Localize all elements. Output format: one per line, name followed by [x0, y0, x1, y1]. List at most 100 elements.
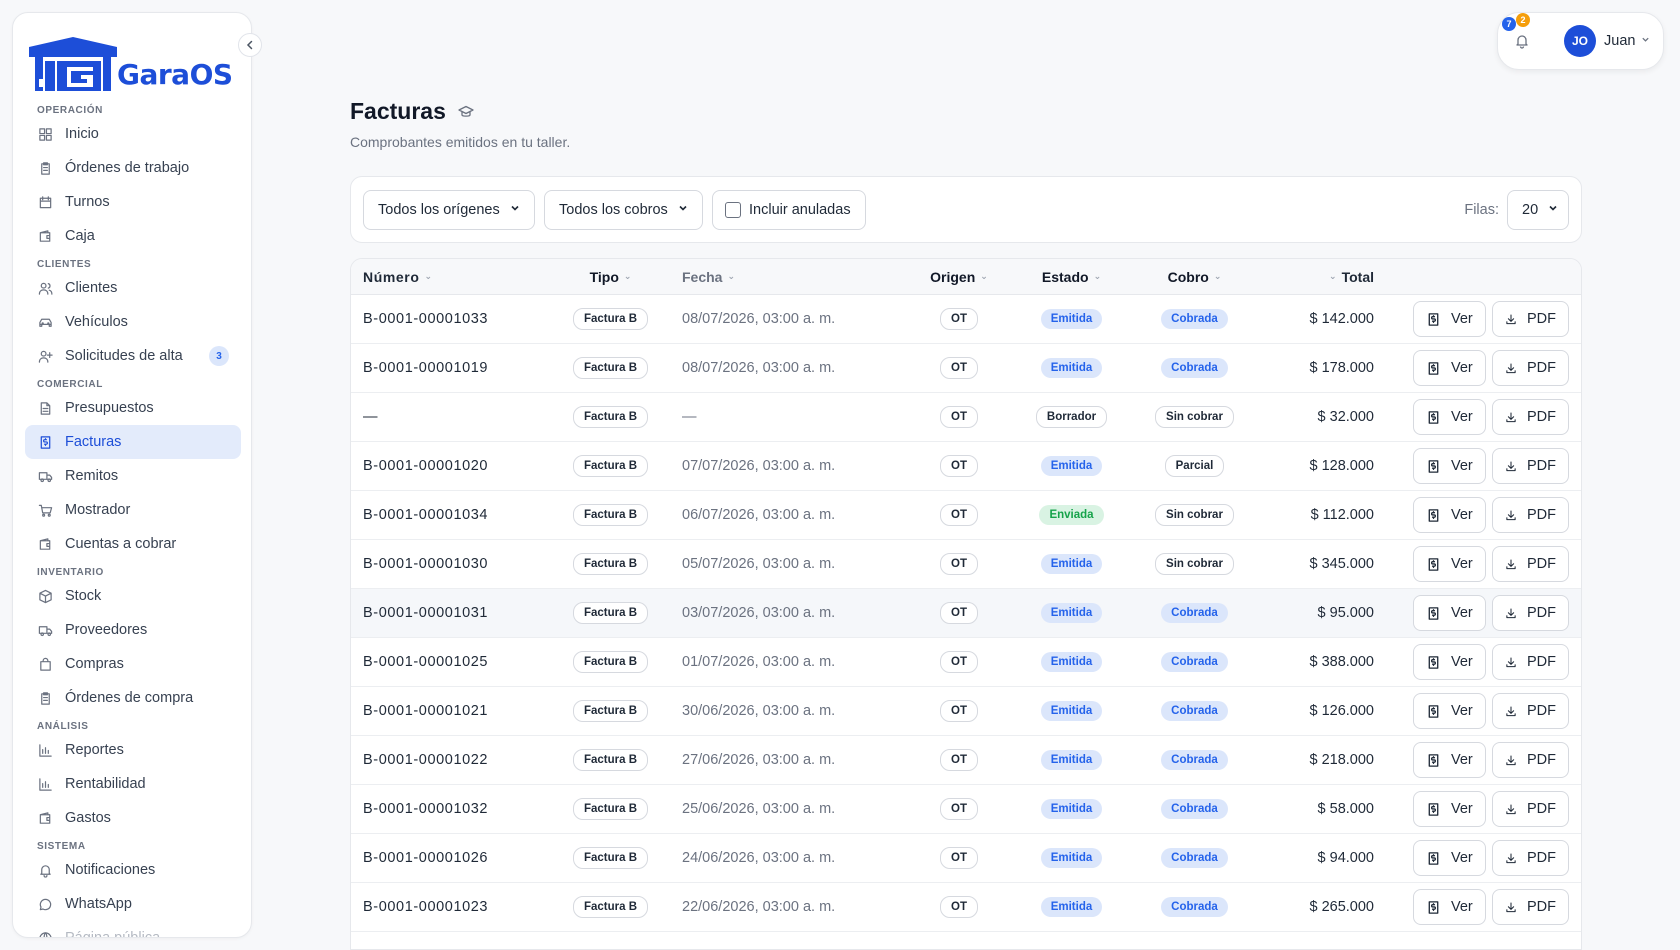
view-invoice-button[interactable]: Ver — [1413, 889, 1486, 925]
table-row[interactable]: — Factura B — OT Borrador Sin cobrar $ 32.000 V… — [351, 393, 1581, 442]
sidebar-item-solicitudes-de-alta[interactable]: Solicitudes de alta 3 — [25, 339, 241, 373]
col-estado[interactable]: Estado ⌄ — [1010, 269, 1133, 285]
sidebar-item-pagina-publica[interactable]: Página pública — [25, 921, 241, 937]
download-pdf-button[interactable]: PDF — [1492, 448, 1569, 484]
sidebar-item-notificaciones[interactable]: Notificaciones — [25, 853, 241, 887]
sidebar-item-gastos[interactable]: Gastos — [25, 801, 241, 835]
include-anuladas-checkbox[interactable] — [725, 201, 741, 218]
user-name[interactable]: Juan — [1604, 33, 1635, 49]
view-invoice-button[interactable]: Ver — [1413, 742, 1486, 778]
download-pdf-button[interactable]: PDF — [1492, 644, 1569, 680]
view-invoice-button[interactable]: Ver — [1413, 448, 1486, 484]
sidebar-item-remitos[interactable]: Remitos — [25, 459, 241, 493]
download-pdf-button[interactable]: PDF — [1492, 840, 1569, 876]
tipo-badge: Factura B — [572, 798, 649, 820]
table-row[interactable]: B-0001-00001023 Factura B 22/06/2026, 03:0… — [351, 883, 1581, 932]
sidebar-item-proveedores[interactable]: Proveedores — [25, 613, 241, 647]
sidebar-item-cuentas-a-cobrar[interactable]: Cuentas a cobrar — [25, 527, 241, 561]
user-plus-icon — [37, 348, 53, 364]
sidebar-item-inicio[interactable]: Inicio — [25, 117, 241, 151]
invoice-number: B-0001-00001030 — [363, 556, 489, 572]
avatar[interactable]: JO — [1564, 25, 1596, 57]
table-row[interactable]: B-0001-00001033 Factura B 08/07/2026, 03:0… — [351, 295, 1581, 344]
sidebar-item-turnos[interactable]: Turnos — [25, 185, 241, 219]
origen-badge: OT — [940, 700, 978, 722]
sidebar-item-ordenes-de-trabajo[interactable]: Órdenes de trabajo — [25, 151, 241, 185]
pdf-button-label: PDF — [1527, 409, 1556, 425]
cobro-badge: Cobrada — [1161, 652, 1228, 672]
invoice-date: 22/06/2026, 03:00 a. m. — [682, 899, 836, 915]
sidebar-item-vehiculos[interactable]: Vehículos — [25, 305, 241, 339]
table-row[interactable]: B-0001-00001021 Factura B 30/06/2026, 03:0… — [351, 687, 1581, 736]
view-button-label: Ver — [1451, 458, 1473, 474]
invoice-icon — [1428, 459, 1439, 473]
chevron-left-icon — [246, 40, 253, 50]
chat-icon — [37, 896, 53, 912]
col-tipo[interactable]: Tipo ⌄ — [551, 269, 670, 285]
include-anuladas-toggle[interactable]: Incluir anuladas — [712, 189, 866, 230]
download-icon — [1506, 754, 1516, 765]
col-numero[interactable]: Número ⌄ — [351, 269, 551, 285]
table-row[interactable]: B-0001-00001025 Factura B 01/07/2026, 03:0… — [351, 638, 1581, 687]
bag-icon — [37, 656, 53, 672]
download-pdf-button[interactable]: PDF — [1492, 791, 1569, 827]
table-row[interactable]: B-0001-00001030 Factura B 05/07/2026, 03:0… — [351, 540, 1581, 589]
table-row[interactable]: B-0001-00001026 Factura B 24/06/2026, 03:0… — [351, 834, 1581, 883]
col-origen[interactable]: Origen ⌄ — [908, 269, 1010, 285]
pdf-button-label: PDF — [1527, 458, 1556, 474]
view-invoice-button[interactable]: Ver — [1413, 840, 1486, 876]
col-fecha[interactable]: Fecha ⌄ — [670, 269, 908, 285]
graduation-cap-icon[interactable] — [458, 105, 474, 119]
sidebar-item-whatsapp[interactable]: WhatsApp — [25, 887, 241, 921]
sidebar-item-facturas[interactable]: Facturas — [25, 425, 241, 459]
table-row[interactable]: B-0001-00001022 Factura B 27/06/2026, 03:0… — [351, 736, 1581, 785]
download-pdf-button[interactable]: PDF — [1492, 399, 1569, 435]
logo[interactable]: GaraOS — [27, 25, 233, 93]
sidebar-item-caja[interactable]: Caja — [25, 219, 241, 253]
invoice-total: $ 94.000 — [1317, 850, 1374, 866]
view-invoice-button[interactable]: Ver — [1413, 399, 1486, 435]
view-invoice-button[interactable]: Ver — [1413, 546, 1486, 582]
download-pdf-button[interactable]: PDF — [1492, 546, 1569, 582]
origen-select[interactable]: Todos los orígenes — [363, 189, 535, 230]
sidebar-item-compras[interactable]: Compras — [25, 647, 241, 681]
download-pdf-button[interactable]: PDF — [1492, 301, 1569, 337]
sidebar-item-stock[interactable]: Stock — [25, 579, 241, 613]
view-invoice-button[interactable]: Ver — [1413, 693, 1486, 729]
estado-badge: Emitida — [1040, 750, 1103, 770]
chevron-down-icon[interactable] — [1641, 35, 1650, 47]
view-invoice-button[interactable]: Ver — [1413, 644, 1486, 680]
col-total[interactable]: ⌄ Total — [1256, 269, 1374, 285]
col-cobro[interactable]: Cobro ⌄ — [1133, 269, 1256, 285]
table-row[interactable]: B-0001-00001034 Factura B 06/07/2026, 03:0… — [351, 491, 1581, 540]
sidebar-item-presupuestos[interactable]: Presupuestos — [25, 391, 241, 425]
sidebar-item-clientes[interactable]: Clientes — [25, 271, 241, 305]
view-invoice-button[interactable]: Ver — [1413, 497, 1486, 533]
table-row[interactable]: B-0001-00001032 Factura B 25/06/2026, 03:0… — [351, 785, 1581, 834]
download-pdf-button[interactable]: PDF — [1492, 595, 1569, 631]
sort-icon: ⌄ — [424, 271, 433, 281]
sidebar-item-ordenes-de-compra[interactable]: Órdenes de compra — [25, 681, 241, 715]
download-pdf-button[interactable]: PDF — [1492, 693, 1569, 729]
sidebar-item-mostrador[interactable]: Mostrador — [25, 493, 241, 527]
sidebar-item-rentabilidad[interactable]: Rentabilidad — [25, 767, 241, 801]
table-row[interactable]: B-0001-00001020 Factura B 07/07/2026, 03:0… — [351, 442, 1581, 491]
view-invoice-button[interactable]: Ver — [1413, 350, 1486, 386]
estado-badge: Enviada — [1039, 505, 1104, 525]
view-invoice-button[interactable]: Ver — [1413, 301, 1486, 337]
download-pdf-button[interactable]: PDF — [1492, 742, 1569, 778]
sidebar-item-reportes[interactable]: Reportes — [25, 733, 241, 767]
download-pdf-button[interactable]: PDF — [1492, 497, 1569, 533]
cobro-select[interactable]: Todos los cobros — [544, 189, 703, 230]
collapse-sidebar-button[interactable] — [238, 33, 262, 57]
download-icon — [1506, 803, 1516, 814]
download-pdf-button[interactable]: PDF — [1492, 889, 1569, 925]
view-invoice-button[interactable]: Ver — [1413, 791, 1486, 827]
table-row[interactable]: B-0001-00001019 Factura B 08/07/2026, 03:0… — [351, 344, 1581, 393]
notifications-button[interactable]: 7 2 — [1502, 13, 1534, 53]
download-pdf-button[interactable]: PDF — [1492, 350, 1569, 386]
rows-select[interactable]: 20 — [1507, 189, 1569, 230]
table-row[interactable]: B-0001-00001031 Factura B 03/07/2026, 03:0… — [351, 589, 1581, 638]
view-invoice-button[interactable]: Ver — [1413, 595, 1486, 631]
download-icon — [1506, 852, 1516, 863]
